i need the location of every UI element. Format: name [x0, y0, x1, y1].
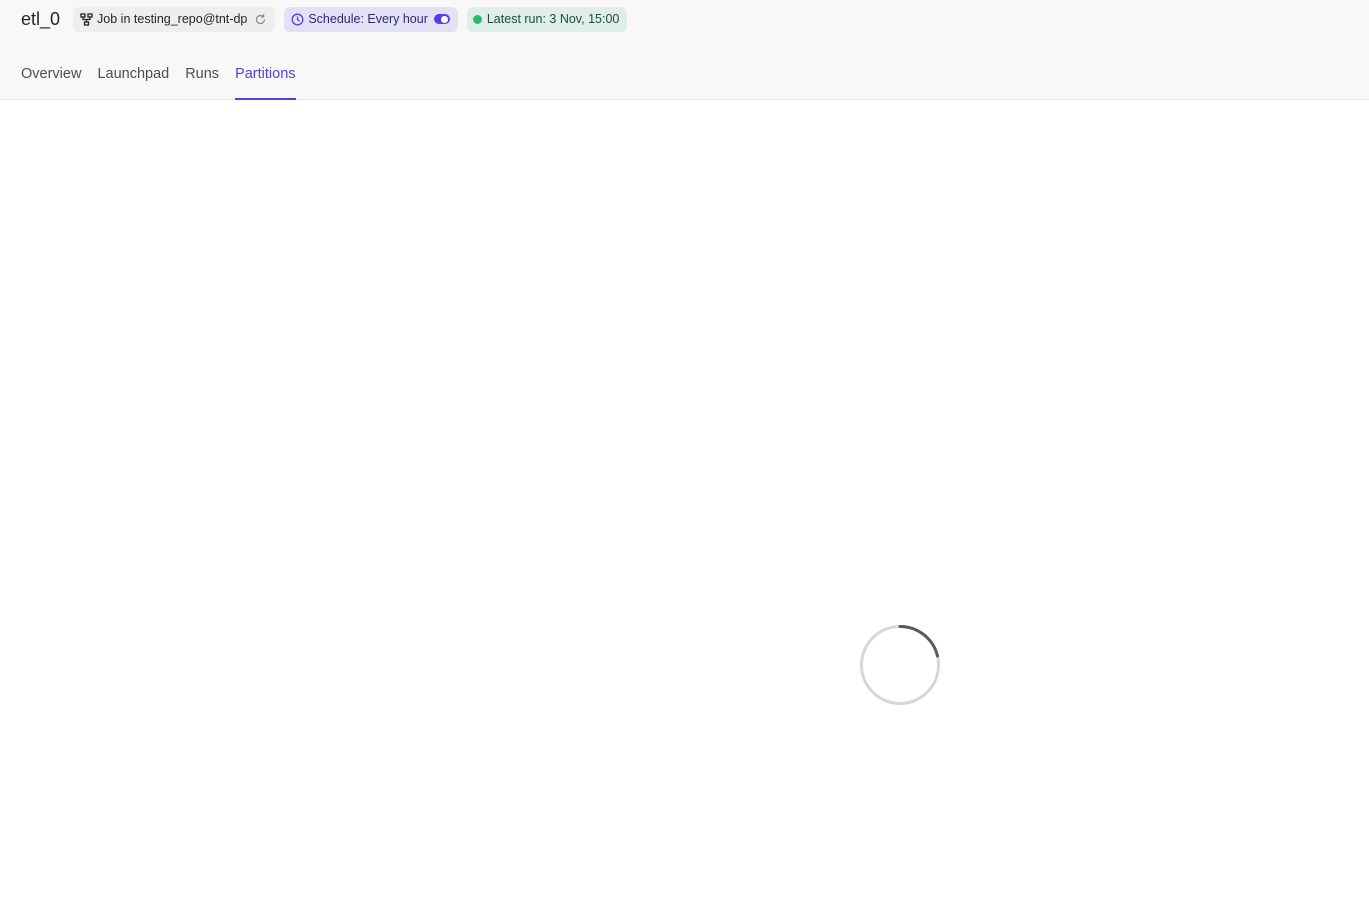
schedule-toggle[interactable]: [433, 14, 450, 24]
clock-icon: [290, 12, 304, 26]
schedule-tag[interactable]: Schedule: Every hour: [284, 6, 458, 32]
schedule-label: Schedule: Every hour: [308, 12, 428, 26]
job-graph-icon: [79, 12, 93, 26]
tab-overview[interactable]: Overview: [21, 60, 81, 99]
job-repo-tag[interactable]: Job in testing_repo@tnt-dp: [73, 6, 276, 32]
tab-bar: Overview Launchpad Runs Partitions: [21, 60, 312, 100]
tab-runs[interactable]: Runs: [185, 60, 219, 99]
job-title: etl_0: [21, 9, 61, 29]
reload-icon[interactable]: [253, 12, 267, 26]
tab-launchpad[interactable]: Launchpad: [97, 60, 169, 99]
loading-spinner: [859, 624, 941, 706]
repo-link[interactable]: testing_repo@tnt-dp: [134, 12, 247, 26]
job-tag-prefix: Job in: [97, 12, 131, 26]
title-row: etl_0 Job in testing_repo@tnt-dp Schedul…: [21, 6, 636, 32]
page-header: etl_0 Job in testing_repo@tnt-dp Schedul…: [0, 0, 1369, 100]
tab-partitions[interactable]: Partitions: [235, 60, 296, 100]
latest-run-tag[interactable]: Latest run: 3 Nov, 15:00: [466, 6, 628, 32]
latest-run-label: Latest run: 3 Nov, 15:00: [486, 12, 620, 26]
run-status-dot: [472, 14, 482, 24]
